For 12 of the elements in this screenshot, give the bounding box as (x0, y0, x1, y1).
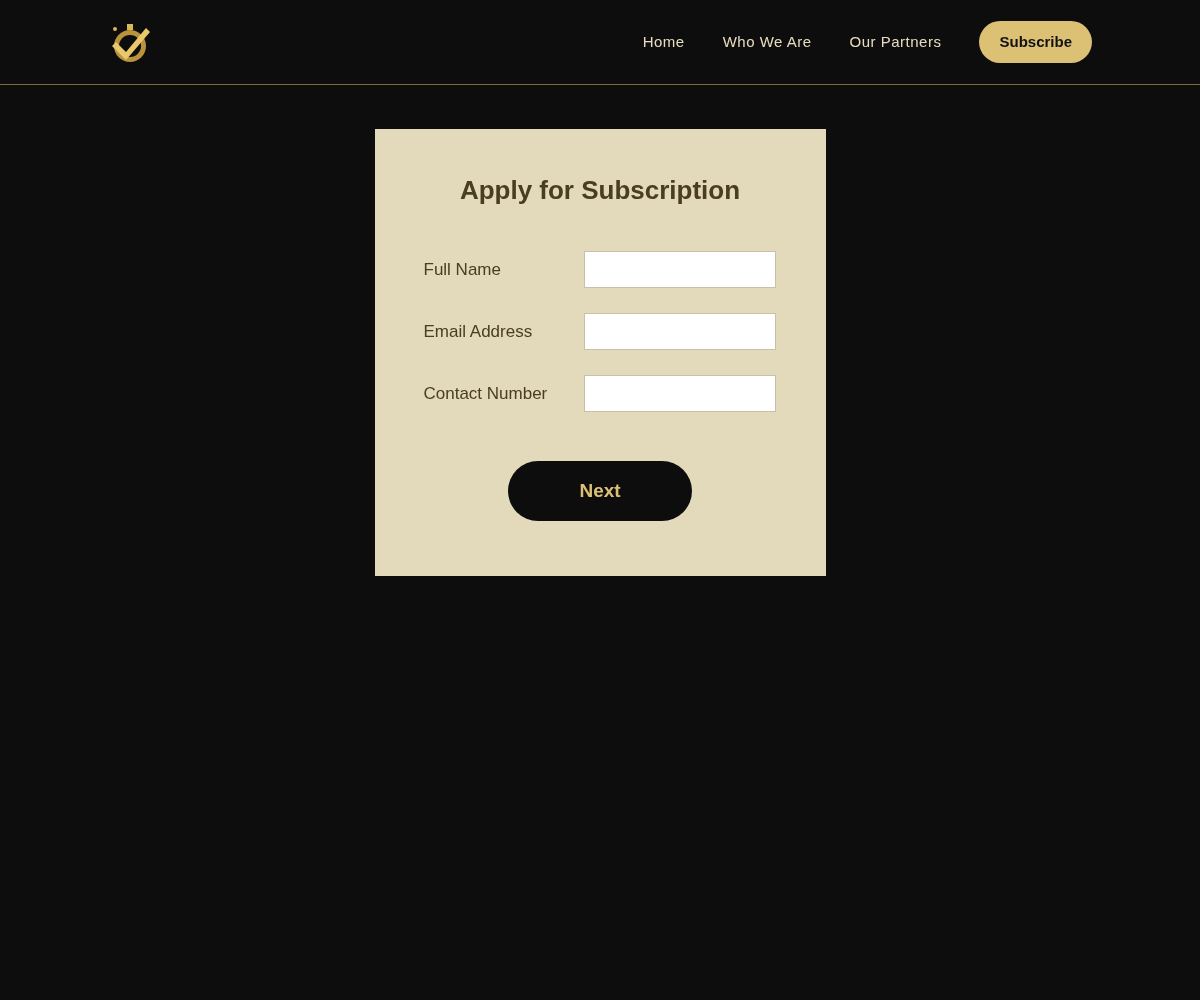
field-label: Full Name (423, 258, 502, 281)
nav-link[interactable]: Who We Are (722, 30, 812, 54)
form-title: Apply for Subscription (458, 175, 742, 207)
nav-link[interactable]: Home (642, 30, 685, 54)
input-field[interactable] (583, 375, 776, 413)
next-button[interactable]: Next (508, 461, 692, 522)
field-label: Contact Number (423, 382, 549, 405)
subscribe-button[interactable]: Subscribe (979, 20, 1092, 64)
input-field[interactable] (583, 313, 776, 351)
nav-link[interactable]: Our Partners (849, 30, 942, 54)
field-label: Email Address (423, 320, 534, 343)
input-field[interactable] (583, 251, 776, 289)
